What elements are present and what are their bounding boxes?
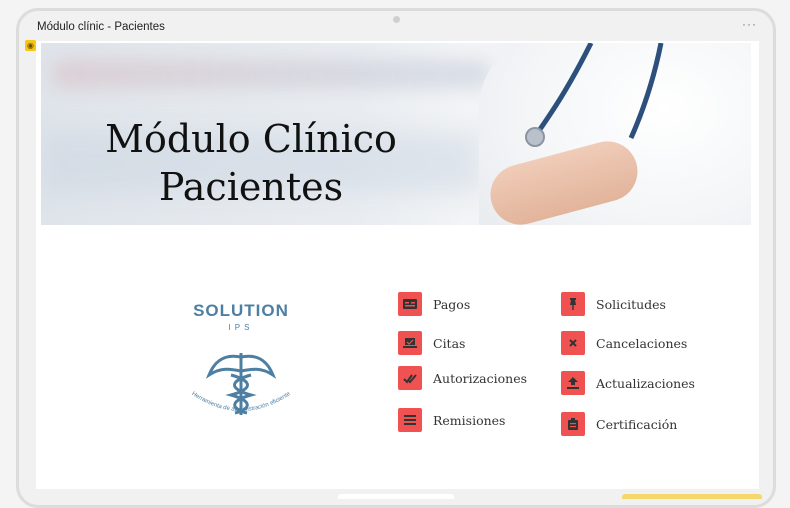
page-badge-icon[interactable]: ◉ bbox=[25, 40, 36, 51]
clipboard-icon bbox=[561, 412, 585, 436]
menu-label: Certificación bbox=[596, 416, 678, 432]
hero-banner: Módulo Clínico Pacientes bbox=[41, 43, 751, 225]
brand-logo: SOLUTION IPS Herramienta de administraci… bbox=[171, 301, 311, 451]
bottom-tab-bar-highlight[interactable] bbox=[622, 494, 762, 499]
double-check-icon bbox=[398, 366, 422, 390]
menu-label: Solicitudes bbox=[596, 296, 666, 312]
menu-item-certificacion[interactable]: Certificación bbox=[561, 411, 677, 437]
upload-icon bbox=[561, 371, 585, 395]
window-title: Módulo clínic - Pacientes bbox=[37, 21, 165, 33]
banner-title: Módulo Clínico Pacientes bbox=[81, 115, 421, 211]
menu-label: Remisiones bbox=[433, 412, 506, 428]
laptop-icon bbox=[398, 331, 422, 355]
bottom-tab-bar[interactable] bbox=[338, 494, 454, 499]
banner-title-line1: Módulo Clínico bbox=[105, 117, 397, 161]
stethoscope-icon bbox=[525, 43, 664, 147]
banner-title-line2: Pacientes bbox=[158, 165, 344, 209]
app-screen: Módulo Clínico Pacientes SOLUTION IPS He… bbox=[36, 41, 759, 489]
menu-label: Citas bbox=[433, 335, 466, 351]
camera-dot bbox=[393, 16, 400, 23]
more-options-icon[interactable]: ··· bbox=[742, 17, 757, 31]
menu-item-pagos[interactable]: Pagos bbox=[398, 291, 470, 317]
pin-icon bbox=[561, 292, 585, 316]
menu-label: Autorizaciones bbox=[433, 370, 528, 386]
device-frame: Módulo clínic - Pacientes ··· ◉ Módulo C… bbox=[16, 8, 776, 508]
menu-label: Cancelaciones bbox=[596, 335, 688, 351]
menu-label: Pagos bbox=[433, 296, 471, 312]
menu-item-remisiones[interactable]: Remisiones bbox=[398, 407, 505, 433]
menu-item-citas[interactable]: Citas bbox=[398, 330, 465, 356]
list-icon bbox=[398, 408, 422, 432]
menu-label: Actualizaciones bbox=[596, 375, 695, 391]
menu-item-solicitudes[interactable]: Solicitudes bbox=[561, 291, 666, 317]
close-icon bbox=[561, 331, 585, 355]
menu-item-autorizaciones[interactable]: Autorizaciones bbox=[398, 365, 527, 391]
logo-subtitle: IPS bbox=[228, 323, 254, 332]
logo-tagline: Herramienta de administración eficiente bbox=[190, 391, 292, 413]
menu-item-cancelaciones[interactable]: Cancelaciones bbox=[561, 330, 687, 356]
payment-icon bbox=[398, 292, 422, 316]
logo-tagline-text: Herramienta de administración eficiente bbox=[190, 391, 292, 413]
logo-name: SOLUTION bbox=[193, 301, 289, 320]
menu-item-actualizaciones[interactable]: Actualizaciones bbox=[561, 370, 695, 396]
svg-text:Herramienta de administración: Herramienta de administración eficiente bbox=[190, 391, 292, 413]
banner-background-blur bbox=[51, 59, 491, 89]
